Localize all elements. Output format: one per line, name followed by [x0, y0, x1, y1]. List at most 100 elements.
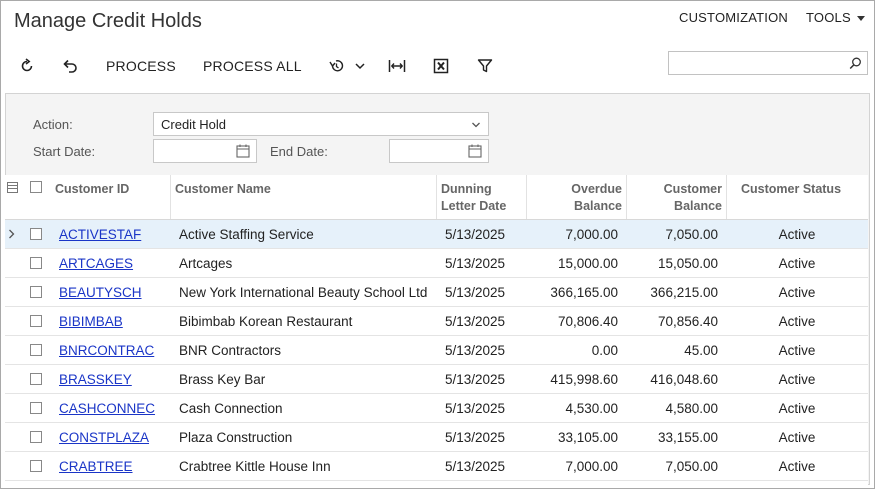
customer-id-link[interactable]: ARTCAGES	[59, 256, 133, 271]
col-dunning-line2: Letter Date	[441, 199, 507, 213]
overdue-balance: 70,806.40	[557, 314, 618, 329]
table-row[interactable]: CRABTREE Crabtree Kittle House Inn 5/13/…	[5, 452, 868, 481]
start-date-label: Start Date:	[33, 144, 96, 159]
row-checkbox[interactable]	[30, 431, 42, 443]
export-excel-button[interactable]	[430, 55, 452, 77]
table-row[interactable]: BIBIMBAB Bibimbab Korean Restaurant 5/13…	[5, 307, 868, 336]
end-date-field[interactable]	[389, 139, 489, 163]
filter-button[interactable]	[474, 55, 496, 77]
customer-balance: 366,215.00	[650, 285, 718, 300]
row-checkbox[interactable]	[30, 257, 42, 269]
customer-id-link[interactable]: BEAUTYSCH	[59, 285, 142, 300]
customer-balance: 7,050.00	[665, 459, 718, 474]
dunning-date: 5/13/2025	[445, 256, 506, 271]
row-checkbox[interactable]	[30, 228, 42, 240]
refresh-button[interactable]	[16, 55, 38, 77]
undo-button[interactable]	[59, 55, 81, 77]
excel-icon	[433, 58, 449, 74]
start-date-field[interactable]	[153, 139, 257, 163]
col-separator	[526, 175, 527, 219]
caret-down-icon	[856, 16, 865, 22]
tools-menu[interactable]: TOOLS	[806, 10, 865, 25]
row-checkbox[interactable]	[30, 315, 42, 327]
tools-menu-label: TOOLS	[806, 10, 851, 25]
fit-width-icon	[388, 60, 406, 72]
chevron-down-icon	[355, 63, 365, 70]
customer-status: Active	[778, 227, 816, 242]
dunning-date: 5/13/2025	[445, 227, 506, 242]
customer-balance: 416,048.60	[650, 372, 718, 387]
table-row[interactable]: CASHCONNEC Cash Connection 5/13/2025 4,5…	[5, 394, 868, 423]
customer-name: Artcages	[179, 256, 233, 271]
col-separator	[170, 175, 171, 219]
table-row[interactable]: BEAUTYSCH New York International Beauty …	[5, 278, 868, 307]
dunning-date: 5/13/2025	[445, 459, 506, 474]
row-checkbox[interactable]	[30, 460, 42, 472]
overdue-balance: 366,165.00	[550, 285, 618, 300]
chevron-right-icon	[9, 229, 15, 239]
customer-status: Active	[778, 343, 816, 358]
customer-id-link[interactable]: CRABTREE	[59, 459, 133, 474]
customer-id-link[interactable]: BNRCONTRAC	[59, 343, 154, 358]
page-title: Manage Credit Holds	[14, 10, 202, 32]
customer-name: BNR Contractors	[179, 343, 282, 358]
customer-id-link[interactable]: CONSTPLAZA	[59, 430, 149, 445]
overdue-balance: 0.00	[591, 343, 618, 358]
col-separator	[726, 175, 727, 219]
dunning-date: 5/13/2025	[445, 314, 506, 329]
grid-settings-icon[interactable]	[7, 182, 18, 193]
customer-id-link[interactable]: BIBIMBAB	[59, 314, 123, 329]
table-row[interactable]: CONSTPLAZA Plaza Construction 5/13/2025 …	[5, 423, 868, 452]
filter-icon	[477, 59, 493, 73]
col-custbal-line1: Customer	[663, 182, 722, 196]
search-input[interactable]	[668, 51, 868, 75]
schedule-icon	[329, 60, 344, 72]
search-icon	[849, 57, 861, 70]
calendar-icon[interactable]	[468, 144, 482, 158]
row-checkbox[interactable]	[30, 373, 42, 385]
col-overdue-line1: Overdue	[571, 182, 622, 196]
customer-balance: 4,580.00	[665, 401, 718, 416]
customer-name: Brass Key Bar	[179, 372, 266, 387]
action-select[interactable]: Credit Hold	[153, 112, 489, 136]
customer-name: Bibimbab Korean Restaurant	[179, 314, 353, 329]
overdue-balance: 415,998.60	[550, 372, 618, 387]
customer-status: Active	[778, 401, 816, 416]
table-row[interactable]: ACTIVESTAF Active Staffing Service 5/13/…	[5, 220, 868, 249]
overdue-balance: 4,530.00	[565, 401, 618, 416]
overdue-balance: 33,105.00	[557, 430, 618, 445]
dunning-date: 5/13/2025	[445, 285, 506, 300]
customer-id-link[interactable]: ACTIVESTAF	[59, 227, 141, 242]
customer-status: Active	[778, 314, 816, 329]
table-row[interactable]: BRASSKEY Brass Key Bar 5/13/2025 415,998…	[5, 365, 868, 394]
process-button[interactable]: PROCESS	[106, 58, 176, 74]
table-row[interactable]: ARTCAGES Artcages 5/13/2025 15,000.00 15…	[5, 249, 868, 278]
customer-balance: 70,856.40	[657, 314, 718, 329]
customer-id-link[interactable]: CASHCONNEC	[59, 401, 155, 416]
customer-id-link[interactable]: BRASSKEY	[59, 372, 132, 387]
schedule-dropdown-button[interactable]	[325, 55, 369, 77]
col-separator	[436, 175, 437, 219]
row-checkbox[interactable]	[30, 344, 42, 356]
process-all-button[interactable]: PROCESS ALL	[203, 58, 302, 74]
dunning-date: 5/13/2025	[445, 401, 506, 416]
customization-menu[interactable]: CUSTOMIZATION	[679, 10, 788, 25]
col-dunning-line1: Dunning	[441, 182, 492, 196]
dunning-date: 5/13/2025	[445, 343, 506, 358]
row-checkbox[interactable]	[30, 402, 42, 414]
refresh-icon	[21, 58, 33, 72]
fit-to-screen-button[interactable]	[386, 55, 408, 77]
row-checkbox[interactable]	[30, 286, 42, 298]
calendar-icon[interactable]	[236, 144, 250, 158]
customer-name: Cash Connection	[179, 401, 283, 416]
customer-name: Active Staffing Service	[179, 227, 314, 242]
table-row[interactable]: BNRCONTRAC BNR Contractors 5/13/2025 0.0…	[5, 336, 868, 365]
action-select-value: Credit Hold	[161, 117, 227, 132]
customer-balance: 45.00	[684, 343, 718, 358]
customer-name: Plaza Construction	[179, 430, 293, 445]
customer-balance: 15,050.00	[657, 256, 718, 271]
customer-balance: 7,050.00	[665, 227, 718, 242]
col-custbal-line2: Balance	[674, 199, 722, 213]
undo-icon	[63, 59, 77, 73]
select-all-checkbox[interactable]	[30, 181, 42, 193]
